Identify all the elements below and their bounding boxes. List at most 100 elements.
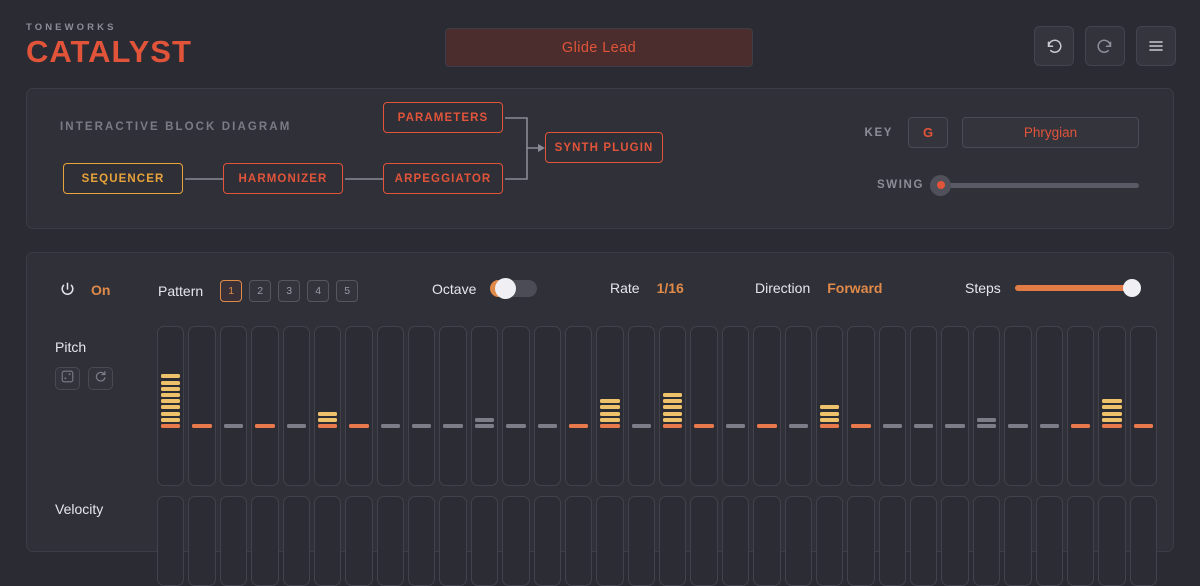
pitch-lane-21[interactable] — [784, 326, 812, 486]
velocity-lane-18[interactable] — [690, 496, 718, 586]
octave-toggle[interactable] — [490, 278, 538, 299]
velocity-lane-14[interactable] — [564, 496, 593, 586]
pitch-lane-32[interactable] — [1129, 326, 1157, 486]
direction-control[interactable]: Direction Forward — [755, 280, 882, 296]
diagram-node-harmonizer[interactable]: HARMONIZER — [223, 163, 343, 194]
velocity-lane-21[interactable] — [784, 496, 812, 586]
pitch-lane-9[interactable] — [408, 326, 436, 486]
swing-slider-knob[interactable] — [930, 174, 951, 196]
pitch-lane-15[interactable] — [596, 326, 624, 486]
pitch-lane-26[interactable] — [941, 326, 969, 486]
velocity-lane-31[interactable] — [1098, 496, 1126, 586]
rate-value[interactable]: 1/16 — [657, 280, 684, 296]
steps-slider-knob[interactable] — [1122, 279, 1141, 297]
velocity-lane-15[interactable] — [596, 496, 624, 586]
velocity-lane-20[interactable] — [753, 496, 781, 586]
velocity-lane-19[interactable] — [721, 496, 750, 586]
pitch-bar — [1070, 424, 1091, 428]
diagram-node-parameters[interactable]: PARAMETERS — [383, 102, 503, 133]
velocity-lane-27[interactable] — [972, 496, 1001, 586]
swing-slider[interactable] — [930, 174, 1139, 196]
velocity-lane-26[interactable] — [941, 496, 969, 586]
pitch-lane-17[interactable] — [659, 326, 687, 486]
redo-button[interactable] — [1085, 26, 1125, 66]
velocity-lane-23[interactable] — [847, 496, 875, 586]
velocity-lane-3[interactable] — [219, 496, 248, 586]
swing-label: SWING — [877, 179, 924, 191]
pattern-button-1[interactable]: 1 — [220, 280, 243, 302]
pitch-lane-10[interactable] — [439, 326, 467, 486]
pitch-lane-3[interactable] — [219, 326, 248, 486]
pitch-lane-22[interactable] — [815, 326, 844, 486]
pitch-lane-30[interactable] — [1066, 326, 1095, 486]
velocity-lane-13[interactable] — [533, 496, 561, 586]
velocity-lane-29[interactable] — [1035, 496, 1063, 586]
pitch-lane-24[interactable] — [878, 326, 906, 486]
preset-name[interactable]: Glide Lead — [445, 28, 753, 67]
pitch-lane-19[interactable] — [721, 326, 750, 486]
pitch-bar — [349, 424, 369, 428]
velocity-lane-5[interactable] — [282, 496, 310, 586]
pattern-button-3[interactable]: 3 — [278, 280, 301, 302]
pattern-button-4[interactable]: 4 — [307, 280, 330, 302]
steps-slider[interactable] — [1014, 279, 1141, 297]
velocity-lane-17[interactable] — [659, 496, 687, 586]
velocity-lane-25[interactable] — [910, 496, 938, 586]
pitch-lane-4[interactable] — [251, 326, 279, 486]
pitch-lane-12[interactable] — [502, 326, 530, 486]
pitch-lane-6[interactable] — [313, 326, 342, 486]
velocity-lane-10[interactable] — [439, 496, 467, 586]
velocity-lane-11[interactable] — [470, 496, 499, 586]
velocity-lane-9[interactable] — [408, 496, 436, 586]
velocity-lane-2[interactable] — [188, 496, 216, 586]
velocity-lane-6[interactable] — [313, 496, 342, 586]
pitch-lane-28[interactable] — [1004, 326, 1032, 486]
pitch-lane-7[interactable] — [345, 326, 373, 486]
pitch-lane-14[interactable] — [564, 326, 593, 486]
rate-control[interactable]: Rate 1/16 — [610, 280, 684, 296]
pitch-lane-8[interactable] — [376, 326, 404, 486]
pitch-reset-button[interactable] — [88, 367, 113, 390]
pitch-lane-11[interactable] — [470, 326, 499, 486]
pattern-button-2[interactable]: 2 — [249, 280, 272, 302]
key-value-select[interactable]: G — [908, 117, 948, 148]
pitch-randomize-button[interactable] — [55, 367, 80, 390]
velocity-lane-32[interactable] — [1129, 496, 1157, 586]
pitch-lane-1[interactable] — [157, 326, 185, 486]
pitch-lane-31[interactable] — [1098, 326, 1126, 486]
pattern-button-5[interactable]: 5 — [336, 280, 359, 302]
pitch-lane-18[interactable] — [690, 326, 718, 486]
menu-button[interactable] — [1136, 26, 1176, 66]
pitch-lane-20[interactable] — [753, 326, 781, 486]
brand-superscript: TONEWORKS — [26, 21, 117, 33]
diagram-node-synthplugin[interactable]: SYNTH PLUGIN — [545, 132, 663, 163]
velocity-lane-8[interactable] — [376, 496, 404, 586]
pitch-lane-16[interactable] — [627, 326, 655, 486]
power-control[interactable]: On — [58, 280, 110, 299]
velocity-lane-16[interactable] — [627, 496, 655, 586]
pitch-lane-23[interactable] — [847, 326, 875, 486]
undo-button[interactable] — [1034, 26, 1074, 66]
pitch-lane-2[interactable] — [188, 326, 216, 486]
velocity-lane-12[interactable] — [502, 496, 530, 586]
pitch-lane-5[interactable] — [282, 326, 310, 486]
velocity-lane-4[interactable] — [251, 496, 279, 586]
pitch-bar — [223, 424, 244, 428]
pitch-lane-25[interactable] — [910, 326, 938, 486]
scale-mode-select[interactable]: Phrygian — [962, 117, 1139, 148]
preset-selector[interactable]: Glide Lead — [445, 28, 753, 67]
diagram-node-arpeggiator[interactable]: ARPEGGIATOR — [383, 163, 503, 194]
velocity-lane-28[interactable] — [1004, 496, 1032, 586]
velocity-lane-24[interactable] — [878, 496, 906, 586]
pitch-lane-27[interactable] — [972, 326, 1001, 486]
pitch-lane-13[interactable] — [533, 326, 561, 486]
velocity-lane-22[interactable] — [815, 496, 844, 586]
direction-value[interactable]: Forward — [827, 280, 882, 296]
pitch-bar — [443, 424, 463, 428]
velocity-lane-30[interactable] — [1066, 496, 1095, 586]
velocity-lane-7[interactable] — [345, 496, 373, 586]
pitch-lane-29[interactable] — [1035, 326, 1063, 486]
octave-toggle-knob[interactable] — [495, 278, 517, 299]
velocity-lane-1[interactable] — [157, 496, 185, 586]
diagram-node-sequencer[interactable]: SEQUENCER — [63, 163, 183, 194]
